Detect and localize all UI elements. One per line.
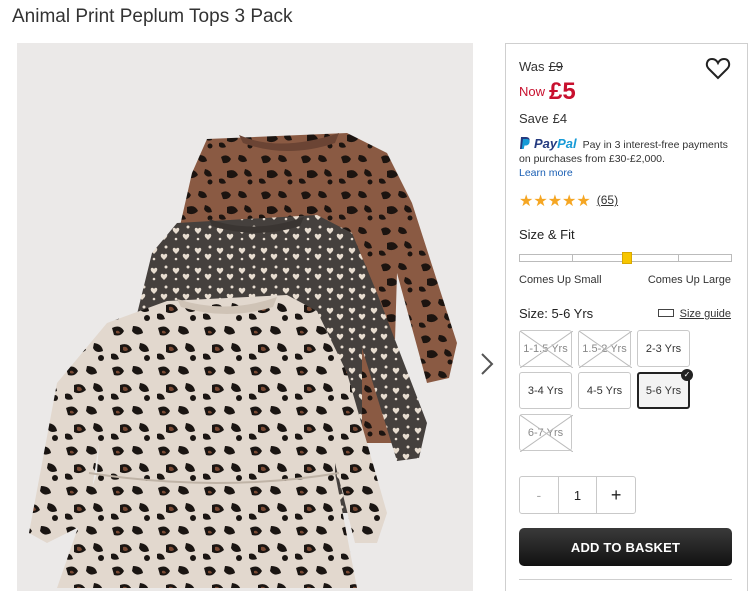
review-count[interactable]: (65) [597, 193, 618, 207]
now-value: £5 [549, 78, 576, 105]
size-guide-text: Size guide [679, 308, 731, 320]
quantity-decrease-button[interactable]: - [520, 477, 558, 513]
size-option-label: 3-4 Yrs [527, 384, 564, 397]
paypal-text-2: on purchases from £30-£2,000. [519, 153, 665, 165]
now-price: Now £5 [519, 78, 576, 106]
add-to-basket-button[interactable]: ADD TO BASKET [519, 528, 732, 566]
save-value: £4 [552, 111, 568, 126]
was-price: Was £9 [519, 59, 563, 74]
fit-segment [678, 254, 732, 262]
size-option-label: 4-5 Yrs [586, 384, 623, 397]
ruler-icon [657, 309, 674, 317]
size-fit-label: Size & Fit [519, 227, 575, 242]
fit-segment [625, 254, 679, 262]
fit-segment [519, 254, 573, 262]
size-option[interactable]: 3-4 Yrs [519, 372, 572, 409]
was-value: £9 [548, 59, 563, 74]
quantity-increase-button[interactable]: + [597, 477, 635, 513]
size-guide-link[interactable]: Size guide [657, 308, 731, 320]
size-option[interactable]: 1.5-2 Yrs [578, 330, 632, 368]
paypal-logo: PayPal [534, 137, 577, 151]
size-option[interactable]: 2-3 Yrs [637, 330, 690, 367]
size-option-label: 5-6 Yrs [645, 384, 682, 397]
star-rating-icon: ★★★★★ [519, 193, 591, 210]
size-option-label: 2-3 Yrs [645, 342, 682, 355]
fit-segment [572, 254, 626, 262]
size-option[interactable]: 6-7 Yrs [519, 414, 573, 452]
paypal-logo-pal: Pal [557, 136, 577, 151]
size-option[interactable]: 4-5 Yrs [578, 372, 631, 409]
product-image[interactable] [17, 43, 473, 591]
now-label: Now [519, 84, 546, 99]
unavailable-cross [579, 331, 632, 368]
heart-icon[interactable] [705, 57, 731, 81]
size-label: Size: 5-6 Yrs [519, 306, 594, 321]
save-amount: Save £4 [519, 111, 567, 126]
quantity-stepper: - 1 + [519, 476, 636, 514]
paypal-logo-pay: Pay [534, 136, 558, 151]
fit-small-label: Comes Up Small [519, 274, 602, 286]
paypal-icon [520, 137, 530, 149]
product-title: Animal Print Peplum Tops 3 Pack [12, 6, 293, 27]
size-option[interactable]: 1-1.5 Yrs [519, 330, 573, 368]
check-icon: ✓ [681, 369, 693, 381]
rating[interactable]: ★★★★★ (65) [519, 191, 618, 211]
fit-large-label: Comes Up Large [647, 274, 731, 286]
paypal-text-1: Pay in 3 interest-free payments [582, 139, 728, 151]
size-fit-scale [519, 252, 732, 264]
unavailable-cross [520, 415, 573, 452]
quantity-value[interactable]: 1 [557, 477, 598, 513]
chevron-right-icon[interactable] [478, 350, 496, 378]
product-photo-illustration [29, 133, 457, 588]
size-option-selected[interactable]: 5-6 Yrs ✓ [637, 369, 693, 409]
unavailable-cross [520, 331, 573, 368]
divider [519, 579, 732, 580]
save-label: Save [519, 111, 549, 126]
learn-more-link[interactable]: Learn more [519, 167, 573, 179]
buy-panel: Was £9 Now £5 Save £4 PayPal Pay in 3 inter… [505, 43, 748, 591]
paypal-message: PayPal Pay in 3 interest-free payments o… [519, 136, 741, 180]
was-label: Was [519, 59, 545, 74]
fit-marker [622, 252, 632, 264]
